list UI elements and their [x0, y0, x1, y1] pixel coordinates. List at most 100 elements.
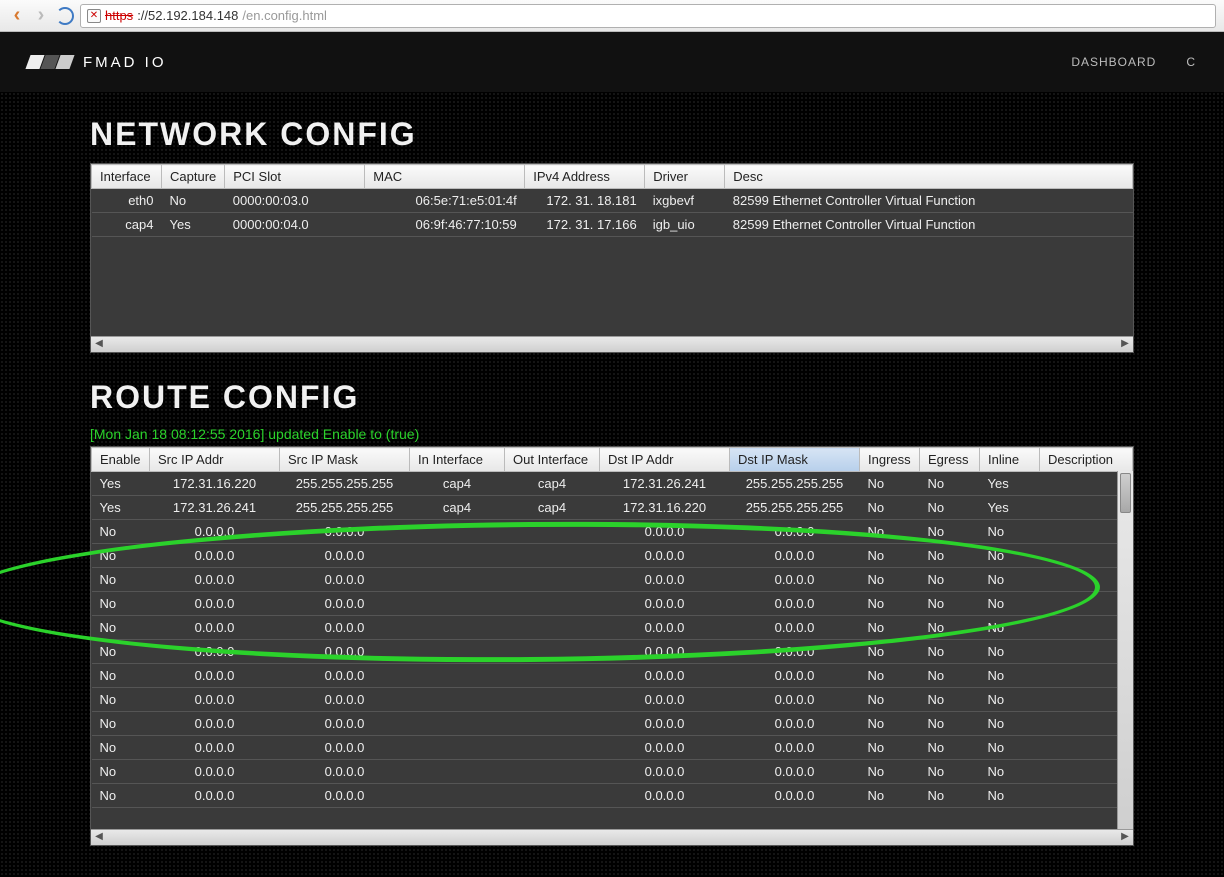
route-horizontal-scrollbar[interactable]: ◀ ▶ [91, 829, 1133, 845]
cell-enable[interactable]: No [92, 688, 150, 712]
cell-dmask[interactable]: 0.0.0.0 [730, 640, 860, 664]
cell-eg[interactable]: No [920, 496, 980, 520]
cell-inl[interactable]: No [980, 520, 1040, 544]
cell-src[interactable]: 0.0.0.0 [150, 568, 280, 592]
cell-inif[interactable] [410, 688, 505, 712]
cell-src[interactable]: 0.0.0.0 [150, 616, 280, 640]
cell-enable[interactable]: No [92, 520, 150, 544]
cell-outif[interactable] [505, 688, 600, 712]
cell-eg[interactable]: No [920, 736, 980, 760]
cell-inif[interactable]: cap4 [410, 496, 505, 520]
cell-dst[interactable]: 172.31.16.220 [600, 496, 730, 520]
cell-dmask[interactable]: 0.0.0.0 [730, 544, 860, 568]
cell-inif[interactable] [410, 784, 505, 808]
cell-ing[interactable]: No [860, 712, 920, 736]
route-col-inline[interactable]: Inline [980, 448, 1040, 472]
scroll-right-icon[interactable]: ▶ [1117, 831, 1133, 845]
cell-dmask[interactable]: 255.255.255.255 [730, 496, 860, 520]
cell-inl[interactable]: No [980, 616, 1040, 640]
cell-smask[interactable]: 0.0.0.0 [280, 640, 410, 664]
cell-ing[interactable]: No [860, 640, 920, 664]
cell-enable[interactable]: Yes [92, 496, 150, 520]
cell-dst[interactable]: 0.0.0.0 [600, 664, 730, 688]
cell-src[interactable]: 0.0.0.0 [150, 592, 280, 616]
back-button[interactable]: ‹ [8, 7, 26, 25]
cell-outif[interactable]: cap4 [505, 472, 600, 496]
cell-inif[interactable] [410, 520, 505, 544]
cell-enable[interactable]: No [92, 664, 150, 688]
cell-inif[interactable] [410, 592, 505, 616]
table-row[interactable]: No0.0.0.00.0.0.00.0.0.00.0.0.0NoNoNo [92, 664, 1133, 688]
url-bar[interactable]: ✕ https ://52.192.184.148 /en.config.htm… [80, 4, 1216, 28]
cell-dmask[interactable]: 0.0.0.0 [730, 688, 860, 712]
network-horizontal-scrollbar[interactable]: ◀ ▶ [91, 336, 1133, 352]
scroll-left-icon[interactable]: ◀ [91, 338, 107, 352]
cell-dmask[interactable]: 0.0.0.0 [730, 520, 860, 544]
table-row[interactable]: No0.0.0.00.0.0.00.0.0.00.0.0.0NoNoNo [92, 760, 1133, 784]
route-col-src-ip-addr[interactable]: Src IP Addr [150, 448, 280, 472]
cell-outif[interactable] [505, 544, 600, 568]
cell-enable[interactable]: No [92, 640, 150, 664]
cell-enable[interactable]: No [92, 616, 150, 640]
scrollbar-thumb[interactable] [1120, 473, 1131, 513]
cell-ing[interactable]: No [860, 784, 920, 808]
cell-inl[interactable]: No [980, 736, 1040, 760]
cell-ing[interactable]: No [860, 520, 920, 544]
cell-smask[interactable]: 0.0.0.0 [280, 784, 410, 808]
cell-dst[interactable]: 0.0.0.0 [600, 640, 730, 664]
cell-inl[interactable]: Yes [980, 472, 1040, 496]
cell-src[interactable]: 0.0.0.0 [150, 688, 280, 712]
cell-dst[interactable]: 0.0.0.0 [600, 688, 730, 712]
route-col-ingress[interactable]: Ingress [860, 448, 920, 472]
cell-eg[interactable]: No [920, 520, 980, 544]
cell-smask[interactable]: 0.0.0.0 [280, 592, 410, 616]
route-col-description[interactable]: Description [1040, 448, 1133, 472]
table-row[interactable]: No0.0.0.00.0.0.00.0.0.00.0.0.0NoNoNo [92, 712, 1133, 736]
cell-enable[interactable]: No [92, 712, 150, 736]
network-col-mac[interactable]: MAC [365, 165, 525, 189]
cell-ing[interactable]: No [860, 544, 920, 568]
cell-src[interactable]: 0.0.0.0 [150, 784, 280, 808]
network-col-ipv4-address[interactable]: IPv4 Address [525, 165, 645, 189]
table-row[interactable]: No0.0.0.00.0.0.00.0.0.00.0.0.0NoNoNo [92, 520, 1133, 544]
cell-outif[interactable] [505, 712, 600, 736]
network-col-desc[interactable]: Desc [725, 165, 1133, 189]
table-row[interactable]: No0.0.0.00.0.0.00.0.0.00.0.0.0NoNoNo [92, 784, 1133, 808]
cell-dmask[interactable]: 0.0.0.0 [730, 784, 860, 808]
cell-outif[interactable] [505, 760, 600, 784]
cell-inif[interactable] [410, 760, 505, 784]
cell-ing[interactable]: No [860, 616, 920, 640]
cell-inif[interactable] [410, 712, 505, 736]
cell-eg[interactable]: No [920, 640, 980, 664]
forward-button[interactable]: › [32, 7, 50, 25]
table-row[interactable]: cap4Yes0000:00:04.006:9f:46:77:10:59172.… [92, 213, 1133, 237]
table-row[interactable]: No0.0.0.00.0.0.00.0.0.00.0.0.0NoNoNo [92, 736, 1133, 760]
route-col-egress[interactable]: Egress [920, 448, 980, 472]
cell-enable[interactable]: No [92, 784, 150, 808]
cell-inif[interactable] [410, 544, 505, 568]
cell-inl[interactable]: No [980, 664, 1040, 688]
nav-dashboard[interactable]: DASHBOARD [1071, 55, 1156, 69]
cell-inl[interactable]: No [980, 688, 1040, 712]
cell-dmask[interactable]: 0.0.0.0 [730, 712, 860, 736]
cell-src[interactable]: 172.31.26.241 [150, 496, 280, 520]
cell-dst[interactable]: 0.0.0.0 [600, 784, 730, 808]
cell-eg[interactable]: No [920, 544, 980, 568]
cell-dmask[interactable]: 0.0.0.0 [730, 736, 860, 760]
scroll-right-icon[interactable]: ▶ [1117, 338, 1133, 352]
cell-inif[interactable] [410, 736, 505, 760]
cell-dst[interactable]: 0.0.0.0 [600, 568, 730, 592]
cell-eg[interactable]: No [920, 784, 980, 808]
cell-inif[interactable] [410, 616, 505, 640]
cell-dst[interactable]: 172.31.26.241 [600, 472, 730, 496]
cell-inl[interactable]: No [980, 640, 1040, 664]
cell-eg[interactable]: No [920, 472, 980, 496]
cell-smask[interactable]: 0.0.0.0 [280, 688, 410, 712]
cell-outif[interactable] [505, 784, 600, 808]
cell-dmask[interactable]: 0.0.0.0 [730, 616, 860, 640]
cell-eg[interactable]: No [920, 760, 980, 784]
cell-smask[interactable]: 255.255.255.255 [280, 472, 410, 496]
cell-inl[interactable]: Yes [980, 496, 1040, 520]
cell-src[interactable]: 0.0.0.0 [150, 712, 280, 736]
table-row[interactable]: No0.0.0.00.0.0.00.0.0.00.0.0.0NoNoNo [92, 544, 1133, 568]
